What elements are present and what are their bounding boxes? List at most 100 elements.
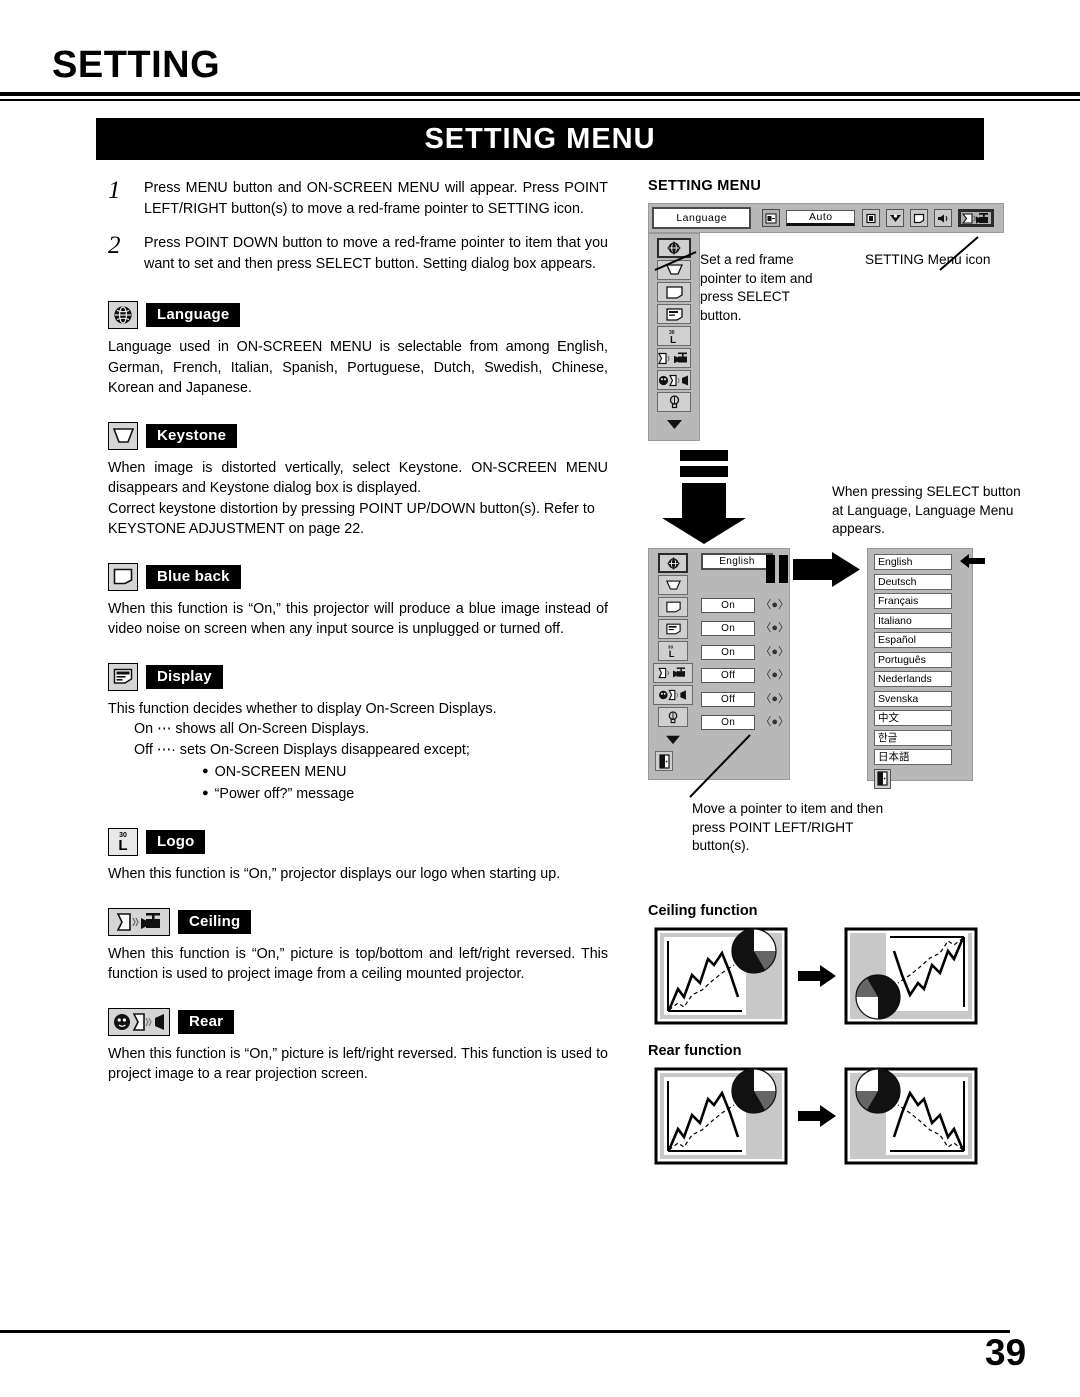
instruction-step-1: 1 Press MENU button and ON-SCREEN MENU w… — [108, 178, 608, 219]
exit-door-icon[interactable] — [874, 768, 891, 789]
osd-row-blue-back[interactable]: On 〈●〉 — [701, 597, 789, 613]
osd-row-display[interactable]: On 〈●〉 — [701, 621, 789, 637]
function-body: When this function is “On,” picture is t… — [108, 945, 608, 983]
sidebar-icon-keystone[interactable] — [658, 575, 688, 595]
language-item[interactable]: Nederlands — [874, 671, 952, 687]
input-source-icon[interactable] — [762, 209, 781, 227]
language-item[interactable]: Deutsch — [874, 573, 952, 590]
osd-value-ceiling[interactable]: Off — [701, 668, 756, 683]
function-header: Blue back — [108, 562, 608, 592]
section-banner: SETTING MENU — [96, 118, 984, 160]
function-label: Keystone — [146, 423, 238, 448]
sidebar-icon-exit[interactable] — [655, 751, 673, 771]
left-right-adjust-icon[interactable]: 〈●〉 — [760, 693, 789, 705]
function-label: Language — [146, 303, 241, 327]
language-item[interactable]: English — [874, 554, 952, 570]
display-option-off: Off ⋯· sets On-Screen Displays disappear… — [134, 742, 470, 758]
osd-settings-sidebar[interactable]: 30 L — [649, 549, 697, 781]
osd-row-rear[interactable]: Off 〈●〉 — [701, 691, 789, 707]
left-right-adjust-icon[interactable]: 〈●〉 — [760, 717, 789, 728]
osd-language-button[interactable]: Language — [652, 207, 752, 229]
callout-select-note: When pressing SELECT button at Language,… — [832, 484, 1021, 536]
language-item[interactable]: 日本語 — [874, 749, 952, 765]
sidebar-icon-blue-back[interactable] — [658, 597, 688, 617]
function-header: Ceiling — [108, 907, 608, 937]
language-selection-pointer-icon — [960, 553, 986, 574]
language-item[interactable]: Svenska — [874, 690, 952, 707]
function-header: 30 L Logo — [108, 827, 608, 857]
sidebar-icon-lamp[interactable] — [658, 707, 688, 727]
step-number: 2 — [108, 232, 121, 259]
sidebar-icon-rear[interactable] — [657, 370, 691, 390]
sidebar-icon-ceiling[interactable] — [653, 663, 693, 683]
osd-auto-button[interactable]: Auto — [786, 210, 856, 226]
function-section-logo: 30 L Logo When this function is “On,” pr… — [108, 827, 608, 885]
footer-rule — [0, 1330, 1010, 1333]
step-number: 1 — [108, 177, 121, 204]
function-header: Rear — [108, 1007, 608, 1037]
sidebar-icon-display[interactable] — [657, 304, 691, 324]
header-rule-thin — [0, 99, 1080, 101]
rear-function-title: Rear function — [648, 1043, 742, 1059]
blank-screen-icon — [108, 562, 138, 591]
left-column: 1 Press MENU button and ON-SCREEN MENU w… — [108, 178, 608, 1085]
setting-icon[interactable] — [957, 209, 994, 227]
callout-move-note: Move a pointer to item and then press PO… — [692, 801, 884, 853]
screen-icon[interactable] — [910, 209, 929, 227]
osd-value-language[interactable]: English — [701, 552, 773, 570]
osd-value-lamp[interactable]: On — [701, 715, 756, 730]
ceiling-mount-icon — [108, 907, 170, 936]
sidebar-icon-language[interactable] — [658, 553, 688, 573]
sidebar-icon-logo[interactable]: 30 L — [657, 326, 691, 346]
sidebar-icon-ceiling[interactable] — [657, 348, 691, 368]
osd-language-menu[interactable]: English Deutsch Français Italiano Españo… — [867, 548, 973, 789]
osd-value-rear[interactable]: Off — [701, 691, 756, 707]
image-adjust-icon[interactable] — [886, 209, 905, 227]
osd-row-lamp[interactable]: On 〈●〉 — [701, 715, 789, 731]
left-right-adjust-icon[interactable]: 〈●〉 — [760, 670, 789, 681]
svg-text:L: L — [670, 335, 676, 344]
language-item[interactable]: Español — [874, 632, 952, 648]
language-item[interactable]: Italiano — [874, 612, 952, 629]
function-label: Rear — [178, 1009, 235, 1034]
language-item[interactable]: Português — [874, 651, 952, 668]
left-right-adjust-icon[interactable]: 〈●〉 — [760, 599, 789, 611]
osd-menu-bar[interactable]: Language Auto — [648, 203, 1004, 233]
sidebar-icon-language[interactable] — [657, 238, 691, 258]
function-section-blue-back: Blue back When this function is “On,” th… — [108, 562, 608, 640]
osd-value-logo[interactable]: On — [701, 644, 756, 660]
left-right-adjust-icon[interactable]: 〈●〉 — [760, 646, 789, 658]
sidebar-icon-display[interactable] — [658, 619, 688, 639]
image-select-icon[interactable] — [862, 209, 881, 227]
page-title: SETTING — [52, 44, 221, 86]
osd-value-display[interactable]: On — [701, 621, 756, 636]
language-item[interactable]: Français — [874, 593, 952, 609]
rear-projection-icon — [108, 1007, 170, 1036]
rear-function-diagram — [654, 1067, 978, 1165]
function-section-display: Display This function decides whether to… — [108, 662, 608, 806]
sidebar-icon-scroll-down[interactable] — [657, 414, 691, 434]
sound-icon[interactable] — [934, 209, 952, 227]
logo-icon-letter: L — [118, 837, 128, 854]
osd-sidebar[interactable]: 30 L — [648, 233, 700, 441]
sidebar-icon-scroll-down[interactable] — [658, 729, 688, 749]
osd-row-logo[interactable]: On 〈●〉 — [701, 644, 789, 660]
ceiling-function-diagram — [654, 927, 978, 1025]
sidebar-icon-logo[interactable]: 30 L — [658, 641, 688, 661]
osd-screenshot-title: SETTING MENU — [648, 178, 762, 194]
sidebar-icon-keystone[interactable] — [657, 260, 691, 280]
page-number: 39 — [985, 1332, 1027, 1373]
display-osd-icon — [108, 662, 138, 691]
osd-value-blue-back[interactable]: On — [701, 597, 756, 613]
sidebar-icon-rear[interactable] — [653, 685, 693, 705]
language-item[interactable]: 中文 — [874, 710, 952, 726]
left-right-adjust-icon[interactable]: 〈●〉 — [760, 623, 789, 634]
function-body-extra: Correct keystone distortion by pressing … — [108, 500, 595, 538]
function-body: When this function is “On,” projector di… — [108, 866, 561, 882]
sidebar-icon-blue-back[interactable] — [657, 282, 691, 302]
language-item[interactable]: 한글 — [874, 729, 952, 746]
sidebar-icon-lamp[interactable] — [657, 392, 691, 412]
function-body: When this function is “On,” this project… — [108, 600, 608, 638]
function-section-ceiling: Ceiling When this function is “On,” pict… — [108, 907, 608, 985]
osd-row-ceiling[interactable]: Off 〈●〉 — [701, 668, 789, 684]
